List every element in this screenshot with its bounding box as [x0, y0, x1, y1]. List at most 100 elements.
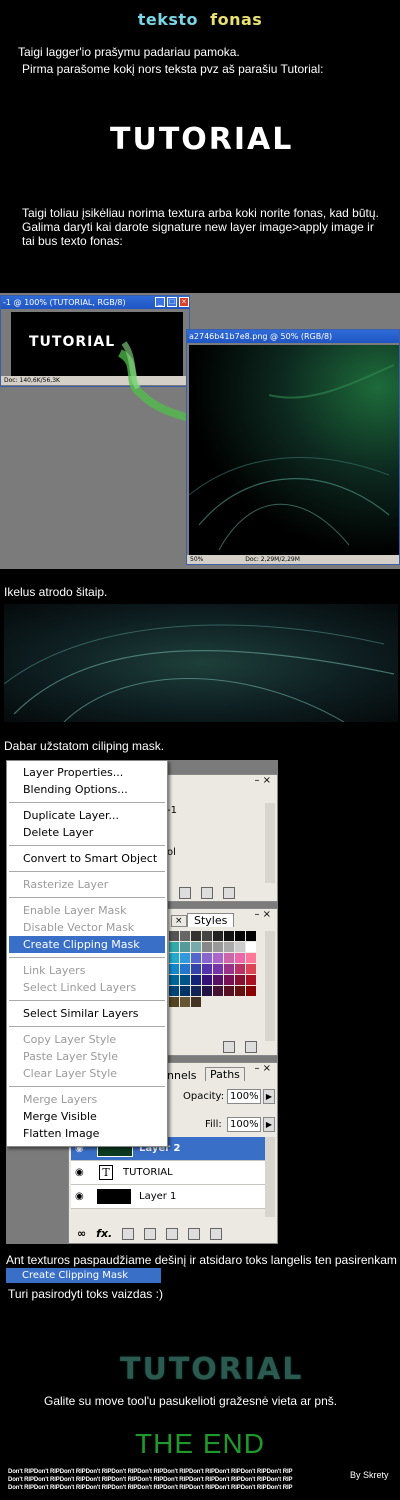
result-tutorial-text: TUTORIAL: [120, 1352, 304, 1387]
menu-item-select-linked-layers: Select Linked Layers: [23, 981, 137, 994]
intro-line-1: Taigi lagger'io prašymu padariau pamoka.: [18, 45, 240, 59]
camera-icon[interactable]: [201, 887, 213, 899]
menu-separator: [9, 1086, 165, 1087]
menu-item-select-similar-layers[interactable]: Select Similar Layers: [7, 1005, 167, 1022]
trash-icon[interactable]: [245, 1041, 257, 1053]
step2-line-1: Taigi toliau įsikėliau norima textura ar…: [22, 206, 379, 220]
mask-icon[interactable]: [122, 1228, 135, 1240]
step6-text: Galite su move tool'u pasukelioti gražes…: [44, 1394, 338, 1408]
intro-line-2: Pirma parašome kokį nors teksta pvz aš p…: [22, 62, 324, 76]
link-icon[interactable]: ∞: [77, 1227, 86, 1240]
panel-button-icon[interactable]: [179, 887, 191, 899]
menu-item-clear-layer-style: Clear Layer Style: [23, 1067, 118, 1080]
menu-separator: [9, 957, 165, 958]
menu-separator: [9, 1000, 165, 1001]
tab-paths[interactable]: Paths: [205, 1067, 245, 1081]
menu-separator: [9, 1026, 165, 1027]
menu-item-create-clipping-mask[interactable]: Create Clipping Mask: [9, 936, 165, 953]
opacity-input[interactable]: 100%: [227, 1089, 261, 1104]
layer-thumbnail: [97, 1189, 131, 1204]
layer-name: TUTORIAL: [123, 1167, 173, 1178]
fill-label: Fill:: [205, 1119, 222, 1130]
layers-list: ◉ Layer 2 ◉ T TUTORIAL ◉ Layer 1: [71, 1137, 267, 1209]
page-title: teksto fonas: [0, 10, 400, 29]
menu-item-blending-options[interactable]: Blending Options...: [7, 781, 167, 798]
author-credit: By Skrety: [350, 1470, 389, 1480]
document-window-texture: a2746b41b7e8.png @ 50% (RGB/8) 50% Doc: …: [186, 329, 400, 565]
menu-separator: [9, 845, 165, 846]
texture-strokes: [3, 624, 395, 723]
panel-buttons: [223, 1041, 267, 1053]
trash-icon[interactable]: [210, 1228, 223, 1240]
panel-close-icon[interactable]: – ×: [254, 1063, 271, 1074]
menu-item-link-layers: Link Layers: [23, 964, 86, 977]
opacity-label: Opacity:: [183, 1091, 225, 1102]
step4-text: Dabar užstatom ciliping mask.: [4, 739, 165, 753]
step5-text: Ant texturos paspaudžiame dešinį ir atsi…: [6, 1253, 397, 1267]
window-title: a2746b41b7e8.png @ 50% (RGB/8): [187, 330, 399, 343]
text-layer-icon: T: [99, 1165, 113, 1180]
fill-input[interactable]: 100%: [227, 1117, 261, 1132]
menu-separator: [9, 897, 165, 898]
trash-icon[interactable]: [223, 887, 235, 899]
tab-styles[interactable]: Styles: [187, 913, 235, 927]
title-word-1: teksto: [137, 10, 198, 29]
opacity-arrow-icon[interactable]: ▶: [263, 1089, 275, 1104]
layer-context-menu: Layer Properties... Blending Options... …: [6, 760, 168, 1147]
photoshop-workspace: -1 @ 100% (TUTORIAL, RGB/8) _ □ × TUTORI…: [0, 293, 400, 569]
clipping-mask-highlight: Create Clipping Mask: [6, 1268, 161, 1283]
layer-row[interactable]: ◉ Layer 1: [71, 1185, 267, 1209]
menu-separator: [9, 871, 165, 872]
menu-item-disable-vector-mask: Disable Vector Mask: [23, 921, 135, 934]
new-swatch-icon[interactable]: [223, 1041, 235, 1053]
layers-screenshot: – × -1 ol × Styles – × nnels Paths – × O…: [6, 760, 278, 1244]
canvas-text: TUTORIAL: [29, 334, 116, 350]
texture-canvas: [189, 345, 399, 555]
swatches-panel: × Styles – ×: [164, 908, 278, 1056]
step5-result-text: Turi pasirodyti toks vaizdas :): [8, 1287, 163, 1301]
panel-buttons: [179, 887, 245, 899]
panel-close-icon[interactable]: – ×: [254, 909, 271, 920]
maximize-button[interactable]: □: [167, 297, 177, 307]
step2-line-2: Galima daryti kai darote signature new l…: [22, 220, 374, 234]
panel-close-icon[interactable]: – ×: [254, 775, 271, 786]
zoom-value: 50%: [190, 556, 204, 563]
menu-item-delete-layer[interactable]: Delete Layer: [7, 824, 167, 841]
texture-swirl-image: [189, 364, 395, 551]
new-layer-icon[interactable]: [188, 1228, 201, 1240]
close-button[interactable]: ×: [179, 297, 189, 307]
folder-icon[interactable]: [166, 1228, 179, 1240]
layer-row[interactable]: ◉ T TUTORIAL: [71, 1161, 267, 1185]
adjustment-icon[interactable]: [144, 1228, 157, 1240]
menu-item-rasterize-layer: Rasterize Layer: [23, 878, 109, 891]
step3-text: Ikelus atrodo šitaip.: [4, 585, 108, 599]
menu-item-flatten-image[interactable]: Flatten Image: [7, 1125, 167, 1142]
menu-item-enable-layer-mask: Enable Layer Mask: [23, 904, 127, 917]
dont-rip-line: Don't RIPDon't RIPDon't RIPDon't RIPDon'…: [8, 1477, 293, 1483]
eye-icon[interactable]: ◉: [75, 1167, 89, 1178]
status-bar: 50% Doc: 2,29M/2,29M: [187, 555, 399, 564]
step2-line-3: tai bus texto fonas:: [22, 234, 123, 248]
tab-channels[interactable]: nnels: [167, 1069, 197, 1082]
fx-icon[interactable]: fx.: [96, 1227, 112, 1240]
panel-fragment-text: ol: [167, 847, 176, 858]
applied-texture-image: [3, 604, 398, 723]
layer-name: Layer 1: [139, 1191, 177, 1202]
menu-item-layer-properties[interactable]: Layer Properties...: [7, 764, 167, 781]
layers-footer: ∞ fx.: [77, 1227, 232, 1240]
fill-arrow-icon[interactable]: ▶: [263, 1117, 275, 1132]
title-word-2: fonas: [210, 10, 263, 29]
menu-item-merge-visible[interactable]: Merge Visible: [7, 1108, 167, 1125]
close-tab-icon[interactable]: ×: [171, 915, 187, 927]
scrollbar[interactable]: [265, 931, 275, 1041]
scrollbar[interactable]: [265, 1137, 275, 1217]
minimize-button[interactable]: _: [155, 297, 165, 307]
menu-item-duplicate-layer[interactable]: Duplicate Layer...: [7, 807, 167, 824]
swatch-grid: [169, 931, 265, 1008]
doc-size: Doc: 2,29M/2,29M: [245, 556, 300, 563]
menu-item-paste-layer-style: Paste Layer Style: [23, 1050, 118, 1063]
eye-icon[interactable]: ◉: [75, 1191, 89, 1202]
scrollbar[interactable]: [265, 803, 275, 883]
history-panel: – × -1 ol: [164, 774, 278, 902]
menu-item-convert-smart-object[interactable]: Convert to Smart Object: [7, 850, 167, 867]
